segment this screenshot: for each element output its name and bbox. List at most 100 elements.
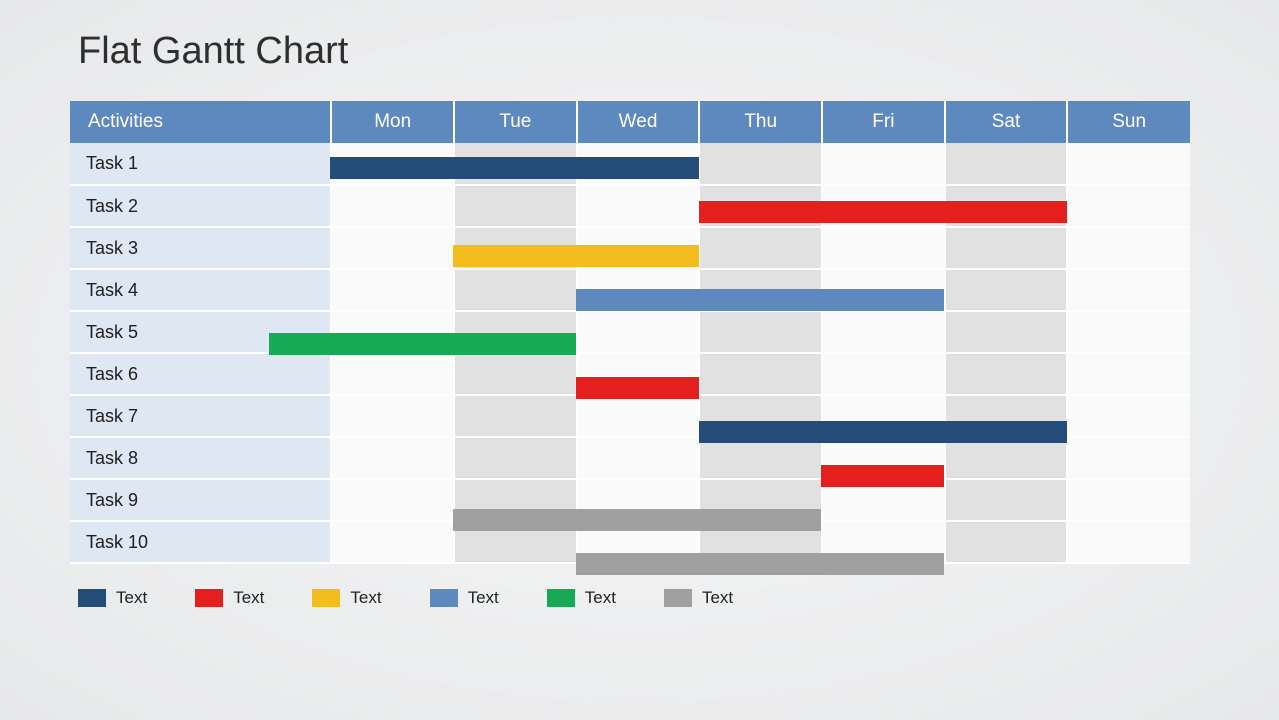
day-cell [945, 395, 1068, 437]
gantt-table: Activities Mon Tue Wed Thu Fri Sat Sun T… [70, 101, 1190, 564]
legend-label: Text [116, 588, 147, 608]
gantt-header-row: Activities Mon Tue Wed Thu Fri Sat Sun [70, 101, 1190, 143]
table-row: Task 4 [70, 269, 1190, 311]
table-row: Task 5 [70, 311, 1190, 353]
day-cell [331, 437, 454, 479]
day-cell [1067, 269, 1190, 311]
legend-swatch [430, 589, 458, 607]
day-cell [822, 395, 945, 437]
table-row: Task 7 [70, 395, 1190, 437]
day-cell [577, 311, 700, 353]
task-label: Task 4 [70, 269, 331, 311]
day-cell [945, 143, 1068, 185]
header-activities: Activities [70, 101, 331, 143]
day-cell [577, 269, 700, 311]
day-cell [822, 227, 945, 269]
day-cell [945, 311, 1068, 353]
day-cell [822, 269, 945, 311]
task-label: Task 1 [70, 143, 331, 185]
table-row: Task 3 [70, 227, 1190, 269]
task-label: Task 7 [70, 395, 331, 437]
day-cell [822, 353, 945, 395]
legend-item: Text [78, 588, 147, 608]
day-cell [822, 521, 945, 563]
header-day: Mon [331, 101, 454, 143]
day-cell [577, 479, 700, 521]
legend-item: Text [664, 588, 733, 608]
task-label: Task 9 [70, 479, 331, 521]
day-cell [822, 479, 945, 521]
task-label: Task 10 [70, 521, 331, 563]
day-cell [454, 143, 577, 185]
task-label: Task 5 [70, 311, 331, 353]
day-cell [1067, 227, 1190, 269]
day-cell [577, 395, 700, 437]
table-row: Task 8 [70, 437, 1190, 479]
day-cell [945, 437, 1068, 479]
day-cell [1067, 395, 1190, 437]
day-cell [577, 143, 700, 185]
header-day: Thu [699, 101, 822, 143]
day-cell [331, 395, 454, 437]
day-cell [699, 311, 822, 353]
day-cell [945, 185, 1068, 227]
day-cell [577, 227, 700, 269]
table-row: Task 10 [70, 521, 1190, 563]
day-cell [1067, 353, 1190, 395]
day-cell [1067, 143, 1190, 185]
day-cell [454, 353, 577, 395]
day-cell [822, 311, 945, 353]
day-cell [331, 227, 454, 269]
task-label: Task 2 [70, 185, 331, 227]
table-row: Task 6 [70, 353, 1190, 395]
legend: Text Text Text Text Text Text [78, 588, 1209, 608]
task-label: Task 3 [70, 227, 331, 269]
legend-swatch [547, 589, 575, 607]
day-cell [699, 521, 822, 563]
day-cell [1067, 479, 1190, 521]
legend-item: Text [195, 588, 264, 608]
day-cell [699, 269, 822, 311]
day-cell [577, 437, 700, 479]
gantt-chart: Activities Mon Tue Wed Thu Fri Sat Sun T… [70, 101, 1190, 564]
task-label: Task 8 [70, 437, 331, 479]
day-cell [454, 521, 577, 563]
legend-label: Text [350, 588, 381, 608]
legend-label: Text [468, 588, 499, 608]
task-label: Task 6 [70, 353, 331, 395]
day-cell [945, 479, 1068, 521]
day-cell [577, 521, 700, 563]
day-cell [822, 185, 945, 227]
day-cell [699, 143, 822, 185]
day-cell [822, 437, 945, 479]
day-cell [945, 269, 1068, 311]
day-cell [1067, 311, 1190, 353]
day-cell [699, 227, 822, 269]
day-cell [699, 437, 822, 479]
day-cell [454, 437, 577, 479]
header-day: Sat [945, 101, 1068, 143]
day-cell [331, 185, 454, 227]
day-cell [699, 395, 822, 437]
day-cell [454, 269, 577, 311]
day-cell [454, 395, 577, 437]
legend-item: Text [547, 588, 616, 608]
day-cell [331, 143, 454, 185]
header-day: Tue [454, 101, 577, 143]
day-cell [699, 479, 822, 521]
header-day: Fri [822, 101, 945, 143]
day-cell [577, 353, 700, 395]
legend-item: Text [430, 588, 499, 608]
table-row: Task 9 [70, 479, 1190, 521]
legend-label: Text [585, 588, 616, 608]
day-cell [945, 353, 1068, 395]
day-cell [331, 521, 454, 563]
legend-swatch [195, 589, 223, 607]
day-cell [331, 269, 454, 311]
legend-swatch [664, 589, 692, 607]
day-cell [1067, 521, 1190, 563]
day-cell [945, 227, 1068, 269]
day-cell [331, 479, 454, 521]
day-cell [1067, 437, 1190, 479]
legend-item: Text [312, 588, 381, 608]
